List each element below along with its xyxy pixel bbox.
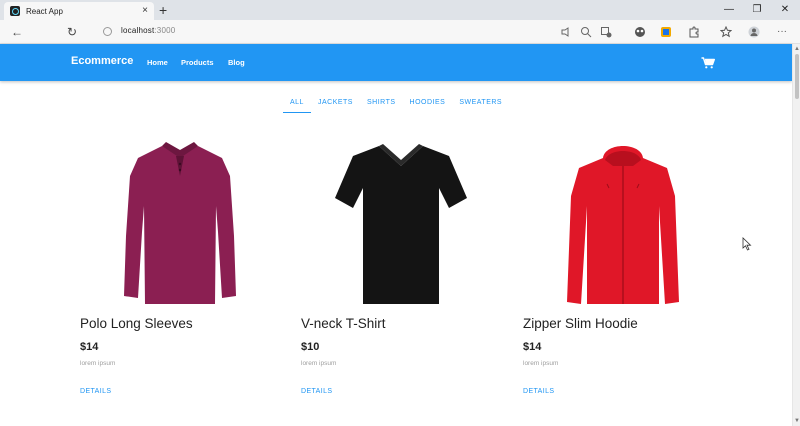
extensions-icon[interactable] (688, 26, 700, 38)
product-title: Polo Long Sleeves (80, 316, 193, 331)
back-button[interactable]: ← (11, 25, 23, 39)
polo-long-sleeves-image[interactable] (110, 136, 250, 308)
address-bar: ← ↻ localhost:3000 ··· (0, 20, 800, 44)
zoom-icon[interactable] (580, 26, 592, 38)
product-title: V-neck T-Shirt (301, 316, 386, 331)
details-button[interactable]: DETAILS (301, 388, 332, 395)
read-aloud-icon[interactable] (560, 26, 572, 38)
site-info-icon[interactable] (103, 27, 112, 36)
tab-hoodies[interactable]: HOODIES (403, 95, 453, 113)
nav-link-home[interactable]: Home (147, 58, 168, 67)
app-navbar: Ecommerce Home Products Blog (0, 44, 792, 81)
close-window-button[interactable]: ✕ (778, 3, 792, 17)
scroll-up-icon[interactable]: ▲ (794, 46, 800, 52)
v-neck-t-shirt-image[interactable] (331, 136, 471, 308)
nav-link-blog[interactable]: Blog (228, 58, 245, 67)
product-description: lorem ipsum (80, 360, 116, 367)
tab-title: React App (26, 6, 63, 16)
page-scrollbar[interactable]: ▲ ▼ (792, 44, 800, 426)
more-menu-icon[interactable]: ··· (776, 26, 788, 38)
mouse-cursor-icon (742, 237, 752, 251)
browser-tab[interactable]: React App × (4, 2, 154, 20)
react-favicon-icon (10, 6, 20, 16)
product-price: $14 (80, 341, 99, 353)
details-button[interactable]: DETAILS (523, 388, 554, 395)
extension-color-icon[interactable] (634, 26, 646, 38)
tab-jackets[interactable]: JACKETS (311, 95, 360, 113)
scroll-thumb[interactable] (795, 54, 799, 99)
product-description: lorem ipsum (301, 360, 337, 367)
product-price: $14 (523, 341, 542, 353)
product-price: $10 (301, 341, 320, 353)
new-tab-button[interactable]: + (159, 2, 167, 18)
url-field[interactable]: localhost:3000 (121, 26, 175, 35)
product-card: Zipper Slim Hoodie $14 lorem ipsum DETAI… (523, 136, 723, 406)
url-host: localhost (121, 26, 155, 35)
url-port: :3000 (154, 26, 176, 35)
brand-logo-link[interactable]: Ecommerce (71, 55, 133, 67)
zipper-slim-hoodie-image[interactable] (553, 136, 693, 308)
minimize-button[interactable]: — (722, 3, 736, 17)
tab-shirts[interactable]: SHIRTS (360, 95, 403, 113)
tab-sweaters[interactable]: SWEATERS (452, 95, 509, 113)
nav-link-products[interactable]: Products (181, 58, 214, 67)
browser-tab-bar: React App × + — ❐ ✕ (0, 0, 800, 20)
tab-close-icon[interactable]: × (142, 6, 148, 16)
scroll-down-icon[interactable]: ▼ (794, 418, 800, 424)
category-tabs: ALL JACKETS SHIRTS HOODIES SWEATERS (283, 95, 509, 113)
app-available-icon[interactable] (600, 26, 612, 38)
extension-puzzle-color-icon[interactable] (660, 26, 672, 38)
favorites-icon[interactable] (719, 25, 733, 38)
profile-avatar-icon[interactable] (748, 26, 760, 38)
product-card: V-neck T-Shirt $10 lorem ipsum DETAILS (301, 136, 501, 406)
reload-button[interactable]: ↻ (67, 25, 77, 39)
tab-all[interactable]: ALL (283, 95, 311, 113)
shopping-cart-icon[interactable] (701, 56, 715, 69)
maximize-button[interactable]: ❐ (750, 3, 764, 17)
product-description: lorem ipsum (523, 360, 559, 367)
product-title: Zipper Slim Hoodie (523, 316, 638, 331)
product-card: Polo Long Sleeves $14 lorem ipsum DETAIL… (80, 136, 280, 406)
details-button[interactable]: DETAILS (80, 388, 111, 395)
